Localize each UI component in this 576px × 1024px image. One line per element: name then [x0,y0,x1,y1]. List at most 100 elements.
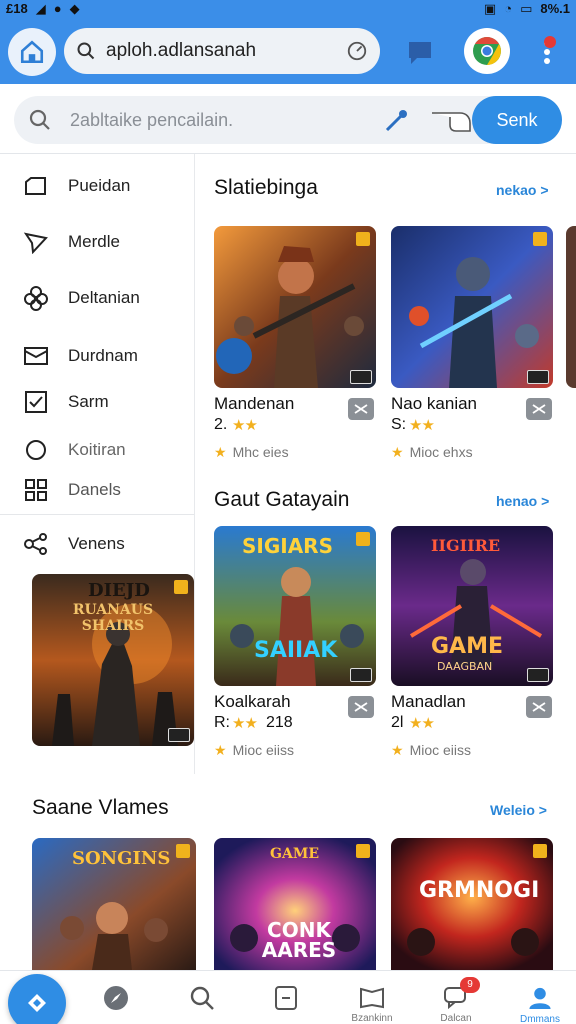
explore-fab[interactable] [8,974,66,1024]
game-thumbnail[interactable] [391,226,553,388]
game-thumbnail[interactable]: SIGIARS SAIIAK [214,526,376,686]
browser-toolbar: aploh.adlansanah [0,18,576,84]
star-icon: ★ [391,444,404,460]
overflow-menu-button[interactable] [532,32,562,72]
rating-count: 218 [266,714,293,731]
rating-number: 2l [391,714,404,731]
section-more-link[interactable]: nekao > [496,182,549,198]
nav-document[interactable] [250,971,322,1024]
mail-icon [22,342,50,370]
wifi-icon: ◔ [504,1,513,16]
address-bar[interactable]: aploh.adlansanah [64,28,380,74]
search-placeholder: 2abltaike pencailain. [70,109,234,130]
meta-text: Mioc eiiss [232,742,295,758]
thumb-subtitle-2: DAAGBAN [437,660,493,673]
voice-search-button[interactable] [380,104,414,136]
tabs-button[interactable] [402,36,438,68]
nav-compass[interactable] [80,971,152,1024]
sidebar-separator [0,514,194,515]
rating-number: 2. [214,416,228,433]
meta-text: Mioc eiiss [409,742,472,758]
url-text: aploh.adlansanah [106,40,257,61]
rating-stars: ★★ [409,715,435,732]
game-thumbnail[interactable]: IIGIIRE GAME DAAGBAN [391,526,553,686]
nav-profile[interactable]: Dmmans [504,971,576,1024]
circle-icon [22,436,50,464]
home-icon [20,40,44,64]
nav-label: Bzankinn [351,1013,393,1024]
thumb-subtitle: CONK AARES [261,918,337,962]
sidebar-item-label: Durdnam [68,346,138,365]
search-section: 2abltaike pencailain. Senk [0,84,576,154]
hd-badge [350,668,372,682]
sidebar-item-danels[interactable]: Danels [22,472,121,508]
game-title[interactable]: Nao kanian [391,394,477,414]
sidebar-item-pueidan[interactable]: Pueidan [22,168,130,204]
game-thumbnail[interactable] [214,226,376,388]
hd-badge [168,728,190,742]
chrome-logo-icon [473,37,501,65]
reload-icon[interactable] [346,40,368,62]
rating-stars: ★★ [232,715,258,732]
share-button[interactable] [348,398,374,420]
badge-icon [174,580,188,594]
game-thumbnail-peek[interactable] [566,226,576,388]
share-button[interactable] [348,696,374,718]
badge-icon [533,844,547,858]
sidebar-item-label: Merdle [68,232,120,251]
nav-search[interactable] [166,971,238,1024]
battery-icon: ▭ [520,1,533,16]
promo-subtitle: RUANAUS SHAIRS [72,602,154,634]
thumb-subtitle: GAME [431,634,504,659]
game-title[interactable]: Koalkarah [214,692,291,712]
profile-icon [529,987,551,1010]
checkbox-icon [22,388,50,416]
game-thumbnail[interactable]: GAME CONK AARES [214,838,376,970]
section-more-link[interactable]: henao > [496,493,549,509]
game-meta: ★ Mioc eiiss [391,742,471,759]
game-artwork [214,226,376,388]
nav-library[interactable]: Bzankinn [336,971,408,1024]
folder-icon [22,172,50,200]
badge-icon [176,844,190,858]
send-button[interactable]: Senk [472,96,562,144]
sidebar-item-koitiran[interactable]: Koitiran [22,432,126,468]
share-icon [532,404,546,414]
section-more-link[interactable]: Weleio > [490,802,547,818]
battery-text: 8%.1 [540,1,570,16]
pen-icon [385,110,407,132]
thumb-title: SIGIARS [242,534,333,558]
send-icon [22,228,50,256]
share-icon [532,702,546,712]
sidebar-item-label: Deltanian [68,288,140,307]
game-thumbnail[interactable]: SONGINS [32,838,196,970]
sidebar-divider [194,154,195,774]
rating-stars: ★★ [409,417,435,434]
sidebar-promo-card[interactable]: DIEJD RUANAUS SHAIRS [32,574,194,746]
nav-chat[interactable]: 9 Dalcan [420,971,492,1024]
sidebar-item-merdle[interactable]: Merdle [22,224,120,260]
share-icon [354,404,368,414]
sidebar-item-sarm[interactable]: Sarm [22,384,109,420]
library-icon [360,987,384,1009]
app-notification-icon: ● [53,1,62,16]
thumb-title: GAME [270,846,319,862]
game-title[interactable]: Mandenan [214,394,294,414]
thumb-subtitle: SAIIAK [254,638,338,663]
sidebar-item-venens[interactable]: Venens [22,526,125,562]
game-title[interactable]: Manadlan [391,692,466,712]
hd-badge [350,370,372,384]
share-button[interactable] [526,696,552,718]
profile-avatar[interactable] [464,28,510,74]
hd-badge [527,668,549,682]
game-thumbnail[interactable]: GRMNOGI [391,838,553,970]
share-button[interactable] [526,398,552,420]
status-bar: £18 ◢ ● ◆ ▣ ◔ ▭ 8%.1 [0,0,576,18]
sidebar-item-durdnam[interactable]: Durdnam [22,338,138,374]
thumb-title: SONGINS [72,848,171,869]
sidebar-item-deltanian[interactable]: Deltanian [22,280,140,316]
status-left-text: £18 [6,1,28,16]
game-meta: ★ Mioc ehxs [391,444,473,461]
home-button[interactable] [8,28,56,76]
nav-label: Dmmans [519,1014,560,1024]
